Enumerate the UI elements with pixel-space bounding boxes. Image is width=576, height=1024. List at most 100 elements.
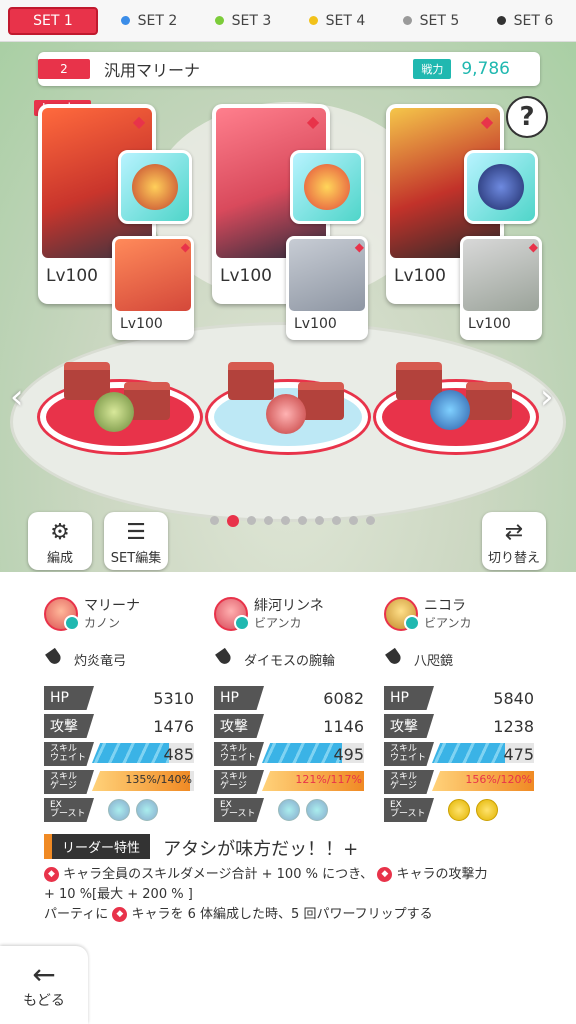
page-dot [281, 516, 290, 525]
ex-gold-icon [448, 799, 470, 821]
character-avatar [44, 597, 80, 631]
set-edit-button[interactable]: ☰ SET編集 [104, 512, 168, 570]
diamond-suit-icon: ◆ [354, 240, 364, 254]
back-arrow-icon: ← [32, 958, 56, 991]
button-label: もどる [23, 993, 65, 1009]
page-dot [210, 516, 219, 525]
set-color-dot [214, 16, 224, 25]
team-number-badge: 2 [38, 59, 90, 79]
team-name-bar[interactable]: 2 汎用マリーナ 戦力 9,786 [38, 52, 540, 86]
character-subname: ビアンカ [424, 616, 472, 630]
button-label: 切り替え [487, 551, 540, 566]
skill-wait-fill [432, 743, 506, 763]
back-button[interactable]: ← もどる [0, 946, 88, 1024]
pedestal-block [396, 362, 442, 400]
set-color-dot [402, 16, 412, 25]
page-indicator [210, 515, 375, 527]
next-arrow-icon[interactable]: › [540, 377, 554, 417]
sub-character-level: Lv100 [120, 316, 163, 332]
weapon-icon [214, 648, 236, 670]
sub-character-card-1[interactable]: ◆ Lv100 [112, 236, 194, 340]
help-button[interactable]: ? [506, 96, 548, 138]
ex-skill-icon [108, 799, 130, 821]
bow-equipment-icon [132, 164, 178, 210]
set-color-dot [120, 16, 130, 25]
stats-column-3: ニコラ ビアンカ 八咫鏡 HP 5840 攻撃 1238 スキル ウェイト 475 スキル… [384, 594, 534, 824]
ex-boost-icons [448, 799, 498, 821]
attack-label: 攻撃 [44, 714, 94, 738]
switch-button[interactable]: ⇄ 切り替え [482, 512, 546, 570]
stats-panel: マリーナカノン 灼炎竜弓 HP 5310 攻撃 1476 スキル ウェイト 485 スキ… [0, 572, 576, 1024]
skill-wait-stat: スキル ウェイト 485 [44, 740, 194, 768]
character-header: ニコラ ビアンカ [384, 594, 534, 634]
hp-stat: HP 5310 [44, 684, 194, 712]
tab-label: SET 1 [33, 12, 73, 29]
equipment-slot-3[interactable] [464, 150, 538, 224]
hp-value: 5310 [153, 688, 194, 708]
diamond-suit-icon: ◆ [528, 240, 538, 254]
hp-label: HP [44, 686, 94, 710]
attack-value: 1146 [323, 716, 364, 736]
tab-set-1[interactable]: SET 1 [8, 6, 98, 35]
tab-set-4[interactable]: SET 4 [294, 7, 380, 35]
leader-skill-description: ◆ キャラ全員のスキルダメージ合計 + 100 % につき、 ◆ キャラの攻撃力… [44, 866, 488, 922]
character-subname: カノン [84, 616, 121, 630]
tab-label: SET 6 [513, 12, 554, 29]
prev-arrow-icon[interactable]: ‹ [10, 377, 24, 417]
attack-value: 1476 [153, 716, 194, 736]
character-name: 緋河リンネ [254, 598, 324, 614]
character-level: Lv100 [46, 266, 98, 286]
equipment-slot-2[interactable] [290, 150, 364, 224]
tab-set-6[interactable]: SET 6 [482, 7, 568, 35]
set-color-dot [496, 16, 506, 25]
skill-gauge-value: 156%/120% [465, 773, 532, 786]
set-tab-bar: SET 1 SET 2 SET 3 SET 4 SET 5 SET 6 [0, 0, 576, 42]
leader-skill-section: リーダー特性 アタシが味方だッ！！+ ◆ キャラ全員のスキルダメージ合計 + 1… [44, 834, 544, 925]
leader-skill-label: リーダー特性 [44, 834, 151, 859]
hp-value: 6082 [323, 688, 364, 708]
hp-stat: HP 5840 [384, 684, 534, 712]
hp-label: HP [384, 686, 434, 710]
tab-set-3[interactable]: SET 3 [200, 7, 286, 35]
character-avatar [214, 597, 250, 631]
pedestal-3 [376, 342, 536, 452]
character-name: ニコラ [424, 598, 466, 614]
skill-wait-label: スキル ウェイト [214, 742, 264, 766]
skill-wait-stat: スキル ウェイト 475 [384, 740, 534, 768]
ex-boost-icons [108, 799, 158, 821]
sub-character-card-3[interactable]: ◆ Lv100 [460, 236, 542, 340]
character-level: Lv100 [394, 266, 446, 286]
diamond-suit-icon: ◆ [180, 240, 190, 254]
skill-wait-value: 495 [333, 744, 364, 764]
skill-wait-label: スキル ウェイト [44, 742, 94, 766]
sub-character-card-2[interactable]: ◆ Lv100 [286, 236, 368, 340]
button-label: SET編集 [110, 551, 162, 566]
weapon-row: ダイモスの腕輪 [214, 642, 364, 676]
formation-button[interactable]: ⚙ 編成 [28, 512, 92, 570]
tab-set-2[interactable]: SET 2 [106, 7, 192, 35]
character-name: マリーナ [84, 598, 140, 614]
skill-wait-fill [262, 743, 342, 763]
sub-character-level: Lv100 [294, 316, 337, 332]
stats-column-2: 緋河リンネ ビアンカ ダイモスの腕輪 HP 6082 攻撃 1146 スキル ウェイト 4… [214, 594, 364, 824]
equipment-slot-1[interactable] [118, 150, 192, 224]
ex-boost-label: EX ブースト [44, 798, 94, 822]
skill-wait-stat: スキル ウェイト 495 [214, 740, 364, 768]
pedestal-block [228, 362, 274, 400]
weapon-name: ダイモスの腕輪 [244, 653, 336, 669]
power-value: 9,786 [461, 59, 510, 79]
ex-skill-icon [136, 799, 158, 821]
skill-wait-label: スキル ウェイト [384, 742, 434, 766]
page-dot [332, 516, 341, 525]
attack-label: 攻撃 [384, 714, 434, 738]
page-dot [315, 516, 324, 525]
team-name: 汎用マリーナ [104, 61, 201, 80]
skill-wait-value: 485 [163, 744, 194, 764]
party-stage: 2 汎用マリーナ 戦力 9,786 ? Leader ◆ Lv100 ◆ Lv1… [0, 42, 576, 572]
diamond-suit-icon: ◆ [377, 866, 393, 882]
tab-set-5[interactable]: SET 5 [388, 7, 474, 35]
stats-column-1: マリーナカノン 灼炎竜弓 HP 5310 攻撃 1476 スキル ウェイト 485 スキ… [44, 594, 194, 824]
weapon-row: 灼炎竜弓 [44, 642, 194, 676]
hp-label: HP [214, 686, 264, 710]
gear-person-icon: ⚙ [50, 520, 70, 545]
